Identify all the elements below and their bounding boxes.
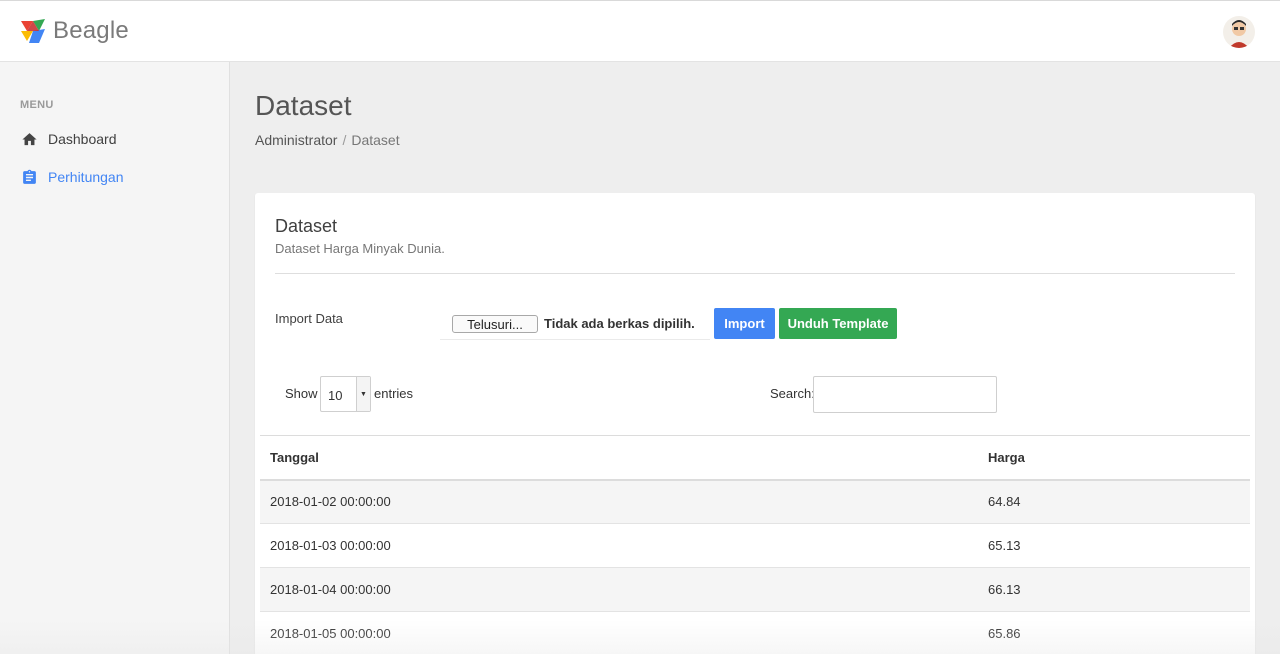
table-row: 2018-01-05 00:00:00 65.86 [260,611,1250,654]
table-row: 2018-01-02 00:00:00 64.84 [260,479,1250,524]
user-avatar[interactable] [1223,16,1255,48]
table-row: 2018-01-03 00:00:00 65.13 [260,523,1250,568]
menu-heading: MENU [20,99,54,111]
entries-select-value: 10 [328,388,343,403]
breadcrumb-item-administrator[interactable]: Administrator [255,132,337,148]
column-header-tanggal[interactable]: Tanggal [260,435,978,481]
search-input[interactable] [813,376,997,413]
sidebar-item-label: Dashboard [48,131,117,147]
beagle-logo-icon [21,19,45,43]
cell-tanggal: 2018-01-05 00:00:00 [260,611,978,654]
divider [275,273,1235,274]
table-row: 2018-01-04 00:00:00 66.13 [260,567,1250,612]
dataset-table: Tanggal Harga 2018-01-02 00:00:00 64.84 … [260,435,1250,654]
top-navbar: Beagle [0,0,1280,62]
cell-harga: 65.86 [978,611,1250,654]
sidebar: MENU Dashboard Perhitungan [0,62,230,654]
cell-tanggal: 2018-01-04 00:00:00 [260,567,978,612]
entries-select[interactable]: 10 ▼ [320,376,371,412]
file-status-text: Tidak ada berkas dipilih. [544,316,695,331]
sidebar-item-perhitungan[interactable]: Perhitungan [20,168,124,186]
import-button[interactable]: Import [714,308,775,339]
search-label: Search: [770,386,815,401]
cell-harga: 66.13 [978,567,1250,612]
brand-name: Beagle [53,17,129,44]
browse-button[interactable]: Telusuri... [452,315,538,333]
clipboard-icon [20,168,38,186]
cell-tanggal: 2018-01-03 00:00:00 [260,523,978,568]
card-subtitle: Dataset Harga Minyak Dunia. [275,241,445,256]
import-data-label: Import Data [275,311,343,326]
download-template-button[interactable]: Unduh Template [779,308,897,339]
file-input[interactable]: Telusuri... Tidak ada berkas dipilih. [440,308,710,340]
table-header-row: Tanggal Harga [260,435,1250,481]
sidebar-item-dashboard[interactable]: Dashboard [20,130,117,148]
cell-harga: 65.13 [978,523,1250,568]
breadcrumb: Administrator / Dataset [255,132,400,148]
breadcrumb-separator: / [342,132,347,148]
show-label: Show [285,386,318,401]
home-icon [20,130,38,148]
brand[interactable]: Beagle [19,17,129,45]
chevron-down-icon: ▼ [356,377,370,411]
cell-harga: 64.84 [978,479,1250,524]
column-header-harga[interactable]: Harga [978,435,1250,481]
breadcrumb-item-dataset: Dataset [351,132,400,148]
sidebar-item-label: Perhitungan [48,169,124,185]
entries-label: entries [374,386,414,401]
dataset-card: Dataset Dataset Harga Minyak Dunia. Impo… [255,193,1255,654]
cell-tanggal: 2018-01-02 00:00:00 [260,479,978,524]
card-title: Dataset [275,216,338,236]
avatar-icon [1223,16,1255,48]
page-title: Dataset [255,90,352,121]
